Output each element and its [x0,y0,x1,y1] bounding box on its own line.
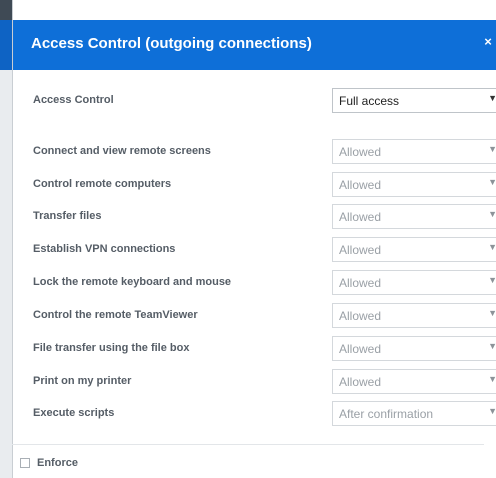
dialog-header: Access Control (outgoing connections) × [13,20,496,70]
select-value: Allowed [339,342,382,356]
permission-select-printer[interactable]: Allowed ▼ [332,369,496,394]
chevron-down-icon: ▼ [488,177,496,187]
permission-label: Transfer files [33,210,102,222]
access-control-label: Access Control [33,94,114,106]
permission-label: Lock the remote keyboard and mouse [33,276,232,288]
chevron-down-icon: ▼ [488,374,496,384]
chevron-down-icon: ▼ [488,209,496,219]
select-value: Allowed [339,145,382,159]
select-value: Allowed [339,375,382,389]
select-value: Allowed [339,178,382,192]
chevron-down-icon: ▼ [488,242,496,252]
select-value: Allowed [339,210,382,224]
access-control-select[interactable]: Full access ▼ [332,88,496,113]
select-value: Allowed [339,243,382,257]
permission-label: Print on my printer [33,375,132,387]
chevron-down-icon: ▼ [488,93,496,103]
background-window-titlebar [0,0,12,20]
background-window-header [0,20,12,70]
permission-label: Control the remote TeamViewer [33,309,198,321]
footer-divider [12,444,484,445]
permission-select-transfer-files[interactable]: Allowed ▼ [332,204,496,229]
enforce-checkbox[interactable] [20,458,30,468]
permission-select-vpn[interactable]: Allowed ▼ [332,237,496,262]
permission-label: Execute scripts [33,407,115,419]
chevron-down-icon: ▼ [488,406,496,416]
permission-label: Control remote computers [33,178,172,190]
permission-select-control-remote[interactable]: Allowed ▼ [332,172,496,197]
permission-select-control-teamviewer[interactable]: Allowed ▼ [332,303,496,328]
permission-label: File transfer using the file box [33,342,190,354]
close-icon[interactable]: × [481,31,495,53]
select-value: After confirmation [339,407,434,421]
chevron-down-icon: ▼ [488,275,496,285]
permission-select-lock-keyboard[interactable]: Allowed ▼ [332,270,496,295]
select-value: Allowed [339,276,382,290]
access-control-dialog: Access Control (outgoing connections) × … [12,0,496,478]
select-value: Full access [339,94,400,108]
background-window-edge [0,0,12,478]
select-value: Allowed [339,309,382,323]
chevron-down-icon: ▼ [488,341,496,351]
dialog-title: Access Control (outgoing connections) [31,35,312,52]
enforce-label: Enforce [37,457,78,469]
permission-select-connect-view[interactable]: Allowed ▼ [332,139,496,164]
permission-label: Establish VPN connections [33,243,176,255]
permission-label: Connect and view remote screens [33,145,211,157]
permission-select-execute-scripts[interactable]: After confirmation ▼ [332,401,496,426]
permission-select-file-box[interactable]: Allowed ▼ [332,336,496,361]
chevron-down-icon: ▼ [488,308,496,318]
chevron-down-icon: ▼ [488,144,496,154]
